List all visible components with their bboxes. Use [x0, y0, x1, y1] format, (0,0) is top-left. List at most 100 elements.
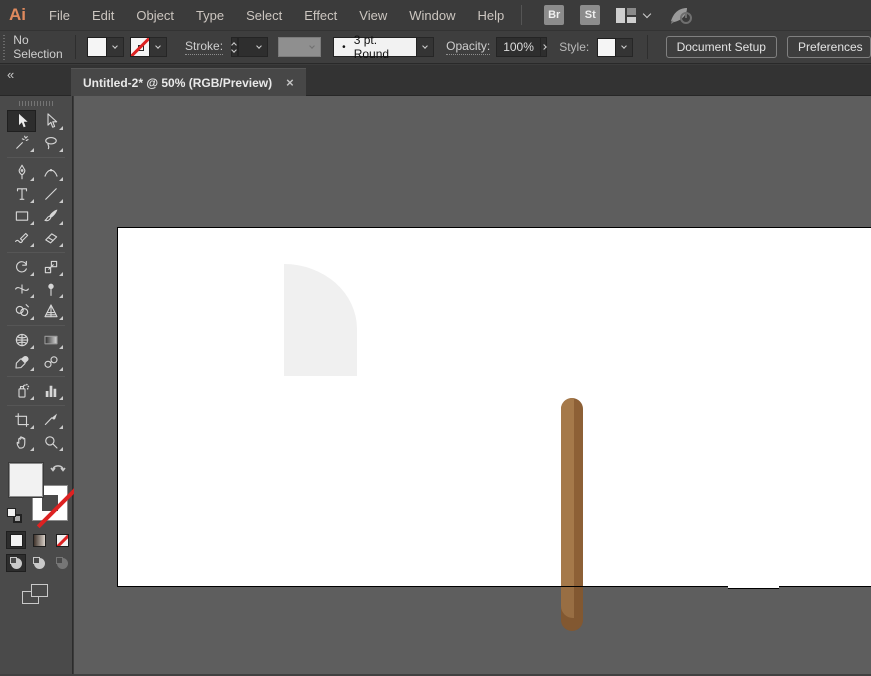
paintbrush-tool[interactable]	[36, 205, 65, 227]
artboard-tool[interactable]	[7, 409, 36, 431]
mesh-tool[interactable]	[7, 329, 36, 351]
style-swatch[interactable]	[597, 38, 616, 57]
blend-icon	[42, 353, 60, 371]
tool-group-separator	[7, 157, 65, 158]
draw-normal-button[interactable]	[6, 554, 26, 572]
fill-color-control[interactable]	[87, 37, 124, 57]
gradient-icon	[42, 331, 60, 349]
width-tool[interactable]	[7, 278, 36, 300]
white-shape-over-edge[interactable]	[728, 581, 779, 589]
stroke-chevron-button[interactable]	[150, 37, 167, 57]
lasso-tool[interactable]	[36, 132, 65, 154]
draw-inside-button	[52, 554, 72, 572]
opacity-label[interactable]: Opacity:	[446, 39, 490, 55]
type-icon	[13, 185, 31, 203]
shaper-icon	[13, 229, 31, 247]
stock-button[interactable]: St	[580, 5, 600, 25]
stroke-weight-dropdown[interactable]	[238, 37, 269, 57]
type-tool[interactable]	[7, 183, 36, 205]
column-graph-tool[interactable]	[36, 380, 65, 402]
menu-item-select[interactable]: Select	[235, 8, 293, 23]
workspace-chevron-down-icon[interactable]	[643, 9, 651, 17]
stroke-swatch-none[interactable]	[130, 37, 150, 57]
fill-swatch[interactable]	[87, 37, 107, 57]
tool-group-2	[7, 161, 65, 249]
menu-item-view[interactable]: View	[348, 8, 398, 23]
stroke-weight-label[interactable]: Stroke:	[185, 39, 223, 55]
menu-item-file[interactable]: File	[38, 8, 81, 23]
pen-icon	[13, 163, 31, 181]
artboard[interactable]	[117, 227, 871, 586]
quarter-round-shape[interactable]	[284, 264, 357, 376]
hand-tool[interactable]	[7, 431, 36, 453]
tool-group-separator	[7, 252, 65, 253]
shape-builder-tool[interactable]	[7, 300, 36, 322]
stroke-color-control[interactable]	[130, 37, 167, 57]
menu-item-effect[interactable]: Effect	[293, 8, 348, 23]
rectangle-tool[interactable]	[7, 205, 36, 227]
none-button[interactable]	[52, 531, 72, 549]
swap-fill-stroke-icon[interactable]	[50, 461, 66, 475]
fill-chevron-button[interactable]	[107, 37, 124, 57]
rotate-tool[interactable]	[7, 256, 36, 278]
blend-tool[interactable]	[36, 351, 65, 373]
canvas-area[interactable]	[74, 96, 871, 676]
zoom-tool[interactable]	[36, 431, 65, 453]
rotate-icon	[13, 258, 31, 276]
slice-icon	[42, 411, 60, 429]
curvature-tool[interactable]	[36, 161, 65, 183]
control-bar-grip[interactable]	[3, 34, 5, 60]
opacity-arrow-button[interactable]	[541, 37, 547, 57]
gradient-tool[interactable]	[36, 329, 65, 351]
gpu-performance-rocket-icon[interactable]	[668, 5, 694, 25]
style-chevron-button[interactable]	[616, 38, 633, 57]
shaper-tool[interactable]	[7, 227, 36, 249]
style-label: Style:	[559, 40, 589, 54]
change-screen-mode-icon[interactable]	[22, 584, 48, 604]
opacity-input[interactable]: 100%	[496, 37, 541, 57]
brush-dot-icon: •	[342, 42, 346, 53]
magic-wand-tool[interactable]	[7, 132, 36, 154]
gradient-button[interactable]	[29, 531, 49, 549]
draw-behind-button[interactable]	[29, 554, 49, 572]
slice-tool[interactable]	[36, 409, 65, 431]
menu-item-edit[interactable]: Edit	[81, 8, 125, 23]
perspective-grid-tool[interactable]	[36, 300, 65, 322]
menu-divider	[521, 5, 522, 25]
style-control[interactable]	[597, 38, 633, 57]
scale-tool[interactable]	[36, 256, 65, 278]
eyedropper-tool[interactable]	[7, 351, 36, 373]
symbol-sprayer-tool[interactable]	[7, 380, 36, 402]
brush-dropdown[interactable]: • 3 pt. Round	[333, 37, 417, 57]
stepper-down-icon[interactable]	[231, 47, 237, 53]
direct-selection-tool[interactable]	[36, 110, 65, 132]
color-button[interactable]	[6, 531, 26, 549]
document-tab[interactable]: Untitled-2* @ 50% (RGB/Preview) ×	[71, 68, 306, 96]
menu-item-window[interactable]: Window	[398, 8, 466, 23]
pen-tool[interactable]	[7, 161, 36, 183]
paintbrush-icon	[42, 207, 60, 225]
brush-definition-control[interactable]: • 3 pt. Round	[333, 37, 434, 57]
selection-icon	[13, 112, 31, 130]
workspace-switcher-icon[interactable]	[616, 8, 636, 23]
popsicle-stick-shape[interactable]	[561, 398, 583, 631]
perspective-grid-icon	[42, 302, 60, 320]
tools-panel-grip[interactable]	[19, 101, 53, 106]
tool-group-separator	[7, 405, 65, 406]
bridge-button[interactable]: Br	[544, 5, 564, 25]
close-tab-icon[interactable]: ×	[286, 75, 294, 90]
eraser-tool[interactable]	[36, 227, 65, 249]
line-segment-tool[interactable]	[36, 183, 65, 205]
tool-group-6	[7, 409, 65, 453]
puppet-warp-tool[interactable]	[36, 278, 65, 300]
document-setup-button[interactable]: Document Setup	[666, 36, 777, 58]
menu-item-object[interactable]: Object	[125, 8, 185, 23]
brush-chevron-button[interactable]	[417, 37, 434, 57]
collapse-tools-panel-icon[interactable]: «	[7, 67, 14, 82]
default-fill-stroke-icon[interactable]	[7, 508, 22, 523]
fill-indicator[interactable]	[9, 463, 43, 497]
preferences-button[interactable]: Preferences	[787, 36, 871, 58]
menu-item-type[interactable]: Type	[185, 8, 235, 23]
menu-item-help[interactable]: Help	[466, 8, 515, 23]
selection-tool[interactable]	[7, 110, 36, 132]
